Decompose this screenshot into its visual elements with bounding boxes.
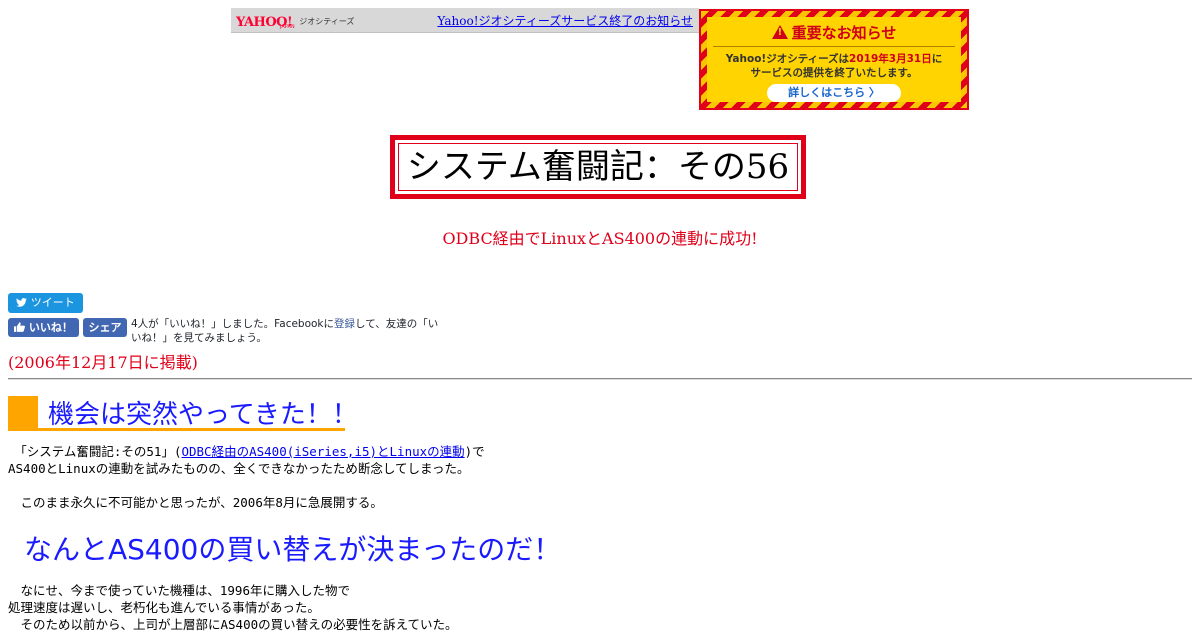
tweet-button[interactable]: ツイート (8, 293, 83, 313)
page-subtitle: ODBC経由でLinuxとAS400の連動に成功! (442, 229, 758, 248)
paragraph-1: 「システム奮闘記:その51」(ODBC経由のAS400(iSeries,i5)と… (8, 443, 485, 477)
like-label: いいね！ (28, 321, 73, 334)
geocities-logo-text: ジオシティーズ (299, 17, 355, 26)
thumbs-up-icon (14, 321, 29, 334)
tweet-label: ツイート (30, 296, 75, 309)
yahoo-geocities-logo[interactable]: YAHOO! JAPAN ジオシティーズ (236, 11, 354, 30)
fb-text-line2: いね！」を見てみましょう。 (131, 332, 267, 344)
posted-date: (2006年12月17日に掲載) (8, 353, 198, 372)
section-heading-text: 機会は突然やってきた！！ (48, 400, 358, 430)
facebook-share-button[interactable]: シェア (83, 318, 127, 337)
p1-pre: 「システム奮闘記:その51」( (8, 444, 182, 459)
important-notice-banner[interactable]: 重要なお知らせ Yahoo!ジオシティーズは2019年3月31日に サービスの提… (699, 9, 969, 110)
paragraph-3-line1: なにせ、今まで使っていた機種は、1996年に購入した物で (8, 583, 350, 598)
facebook-login-link[interactable]: 登録 (334, 318, 355, 330)
notice-divider (713, 46, 955, 47)
facebook-like-count-text: 4人が「いいね！」しました。Facebookに登録して、友達の「い いね！」を見… (131, 317, 456, 345)
p1-post: )で (464, 444, 485, 459)
notice-title-text: 重要なお知らせ (791, 24, 897, 42)
horizontal-divider (8, 378, 1192, 380)
heading-marker-square (8, 396, 38, 429)
paragraph-2: このまま永久に不可能かと思ったが、2006年8月に急展開する。 (8, 495, 383, 510)
section-heading: 機会は突然やってきた！！ (8, 396, 358, 432)
notice-title: 重要なお知らせ (707, 22, 961, 43)
paragraph-1-line2: AS400とLinuxの連動を試みたものの、全くできなかったため断念してしまった… (8, 461, 470, 476)
fb-text-pre: 4人が「いいね！」しました。Facebookに (131, 318, 335, 330)
paragraph-3: なにせ、今まで使っていた機種は、1996年に購入した物で 処理速度は遅いし、老朽… (8, 582, 458, 633)
odbc-article-link[interactable]: ODBC経由のAS400(iSeries,i5)とLinuxの連動 (181, 444, 464, 459)
notice-body: Yahoo!ジオシティーズは2019年3月31日に サービスの提供を終了いたしま… (707, 52, 961, 80)
notice-body-line2: サービスの提供を終了いたします。 (750, 67, 918, 79)
twitter-bird-icon (16, 296, 31, 309)
paragraph-1-line1: 「システム奮闘記:その51」(ODBC経由のAS400(iSeries,i5)と… (8, 443, 485, 460)
paragraph-3-line2: 処理速度は遅いし、老朽化も進んでいる事情があった。 (8, 600, 320, 615)
page-title: システム奮闘記：その56 (406, 147, 790, 187)
facebook-like-button[interactable]: いいね！ (8, 318, 79, 337)
warning-icon (771, 25, 788, 39)
fb-text-post: して、友達の「い (355, 318, 439, 330)
notice-panel: 重要なお知らせ Yahoo!ジオシティーズは2019年3月31日に サービスの提… (707, 17, 961, 102)
japan-logo-text: JAPAN (280, 24, 295, 30)
emphasis-heading: なんとAS400の買い替えが決まったのだ！ (24, 533, 562, 566)
notice-body-line1-post: に (931, 53, 943, 65)
notice-body-line1: Yahoo!ジオシティーズは2019年3月31日に (707, 52, 961, 66)
page-title-box: システム奮闘記：その56 (390, 135, 806, 199)
page-title-inner-frame: システム奮闘記：その56 (398, 143, 798, 191)
geocities-header-bar: YAHOO! JAPAN ジオシティーズ Yahoo!ジオシティーズサービス終了… (231, 8, 699, 33)
notice-details-button[interactable]: 詳しくはこちら 〉 (767, 84, 901, 102)
paragraph-3-line3: そのため以前から、上司が上層部にAS400の買い替えの必要性を訴えていた。 (8, 617, 458, 632)
service-end-notice-link[interactable]: Yahoo!ジオシティーズサービス終了のお知らせ (437, 12, 693, 29)
notice-body-line1-pre: Yahoo!ジオシティーズは (725, 53, 850, 65)
notice-end-date: 2019年3月31日 (849, 53, 932, 65)
